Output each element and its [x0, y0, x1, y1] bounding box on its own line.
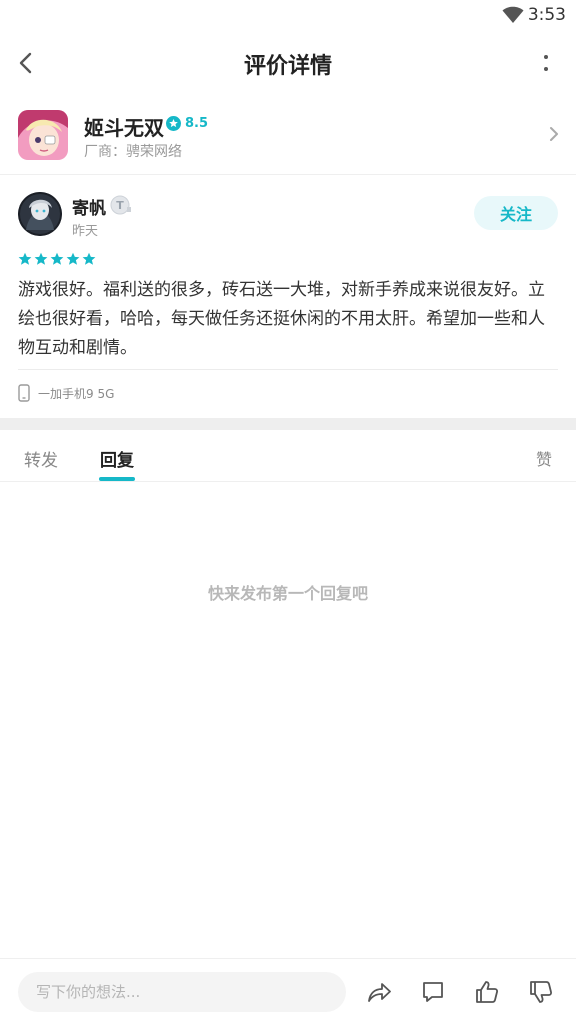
thumbs-up-icon[interactable]: [474, 979, 500, 1005]
phone-icon: [18, 384, 30, 402]
wifi-icon: [502, 6, 524, 23]
star-icon: [82, 252, 96, 265]
share-icon[interactable]: [366, 979, 392, 1005]
thumbs-down-icon[interactable]: [528, 979, 554, 1005]
divider: [18, 369, 558, 370]
rating-star-icon: [166, 116, 181, 131]
app-rating: 8.5: [166, 116, 208, 131]
tab-reply[interactable]: 回复: [100, 446, 134, 471]
more-vertical-icon[interactable]: [538, 50, 554, 76]
composer-bar: [0, 958, 576, 1025]
user-badge-text: T: [116, 199, 124, 212]
app-rating-value: 8.5: [185, 116, 209, 131]
tab-active-indicator: [99, 477, 135, 481]
review-text: 游戏很好。福利送的很多，砖石送一大堆，对新手养成来说很友好。立绘也很好看，哈哈，…: [18, 280, 545, 358]
app-icon: [18, 110, 68, 160]
reply-tabs: 转发 回复 赞: [0, 430, 576, 482]
star-icon: [66, 252, 80, 265]
device-info: 一加手机9 5G: [18, 384, 114, 402]
status-bar: 3:53: [0, 0, 576, 30]
follow-button[interactable]: 关注: [474, 196, 558, 230]
chevron-right-icon[interactable]: [548, 124, 560, 144]
tab-forward[interactable]: 转发: [24, 446, 58, 471]
app-name: 姬斗无双: [84, 116, 164, 140]
star-icon: [34, 252, 48, 265]
device-name: 一加手机9 5G: [38, 386, 115, 401]
app-vendor: 厂商：骋荣网络: [84, 144, 182, 160]
section-separator: [0, 418, 576, 430]
avatar[interactable]: [18, 192, 62, 236]
tab-likes[interactable]: 赞: [536, 446, 552, 470]
reply-input[interactable]: [18, 972, 346, 1012]
review-stars: [18, 252, 96, 266]
review-username[interactable]: 寄帆: [72, 194, 106, 219]
empty-state-text: 快来发布第一个回复吧: [207, 584, 368, 603]
status-time: 3:53: [527, 5, 566, 25]
comment-icon[interactable]: [420, 979, 446, 1005]
star-icon: [50, 252, 64, 265]
app-card[interactable]: 姬斗无双 8.5 厂商：骋荣网络: [0, 104, 576, 175]
page-title: 评价详情: [243, 54, 332, 79]
review-date: 昨天: [72, 224, 99, 239]
star-icon: [18, 252, 32, 265]
title-bar: 评价详情: [0, 36, 576, 90]
user-badge: T: [110, 195, 132, 219]
